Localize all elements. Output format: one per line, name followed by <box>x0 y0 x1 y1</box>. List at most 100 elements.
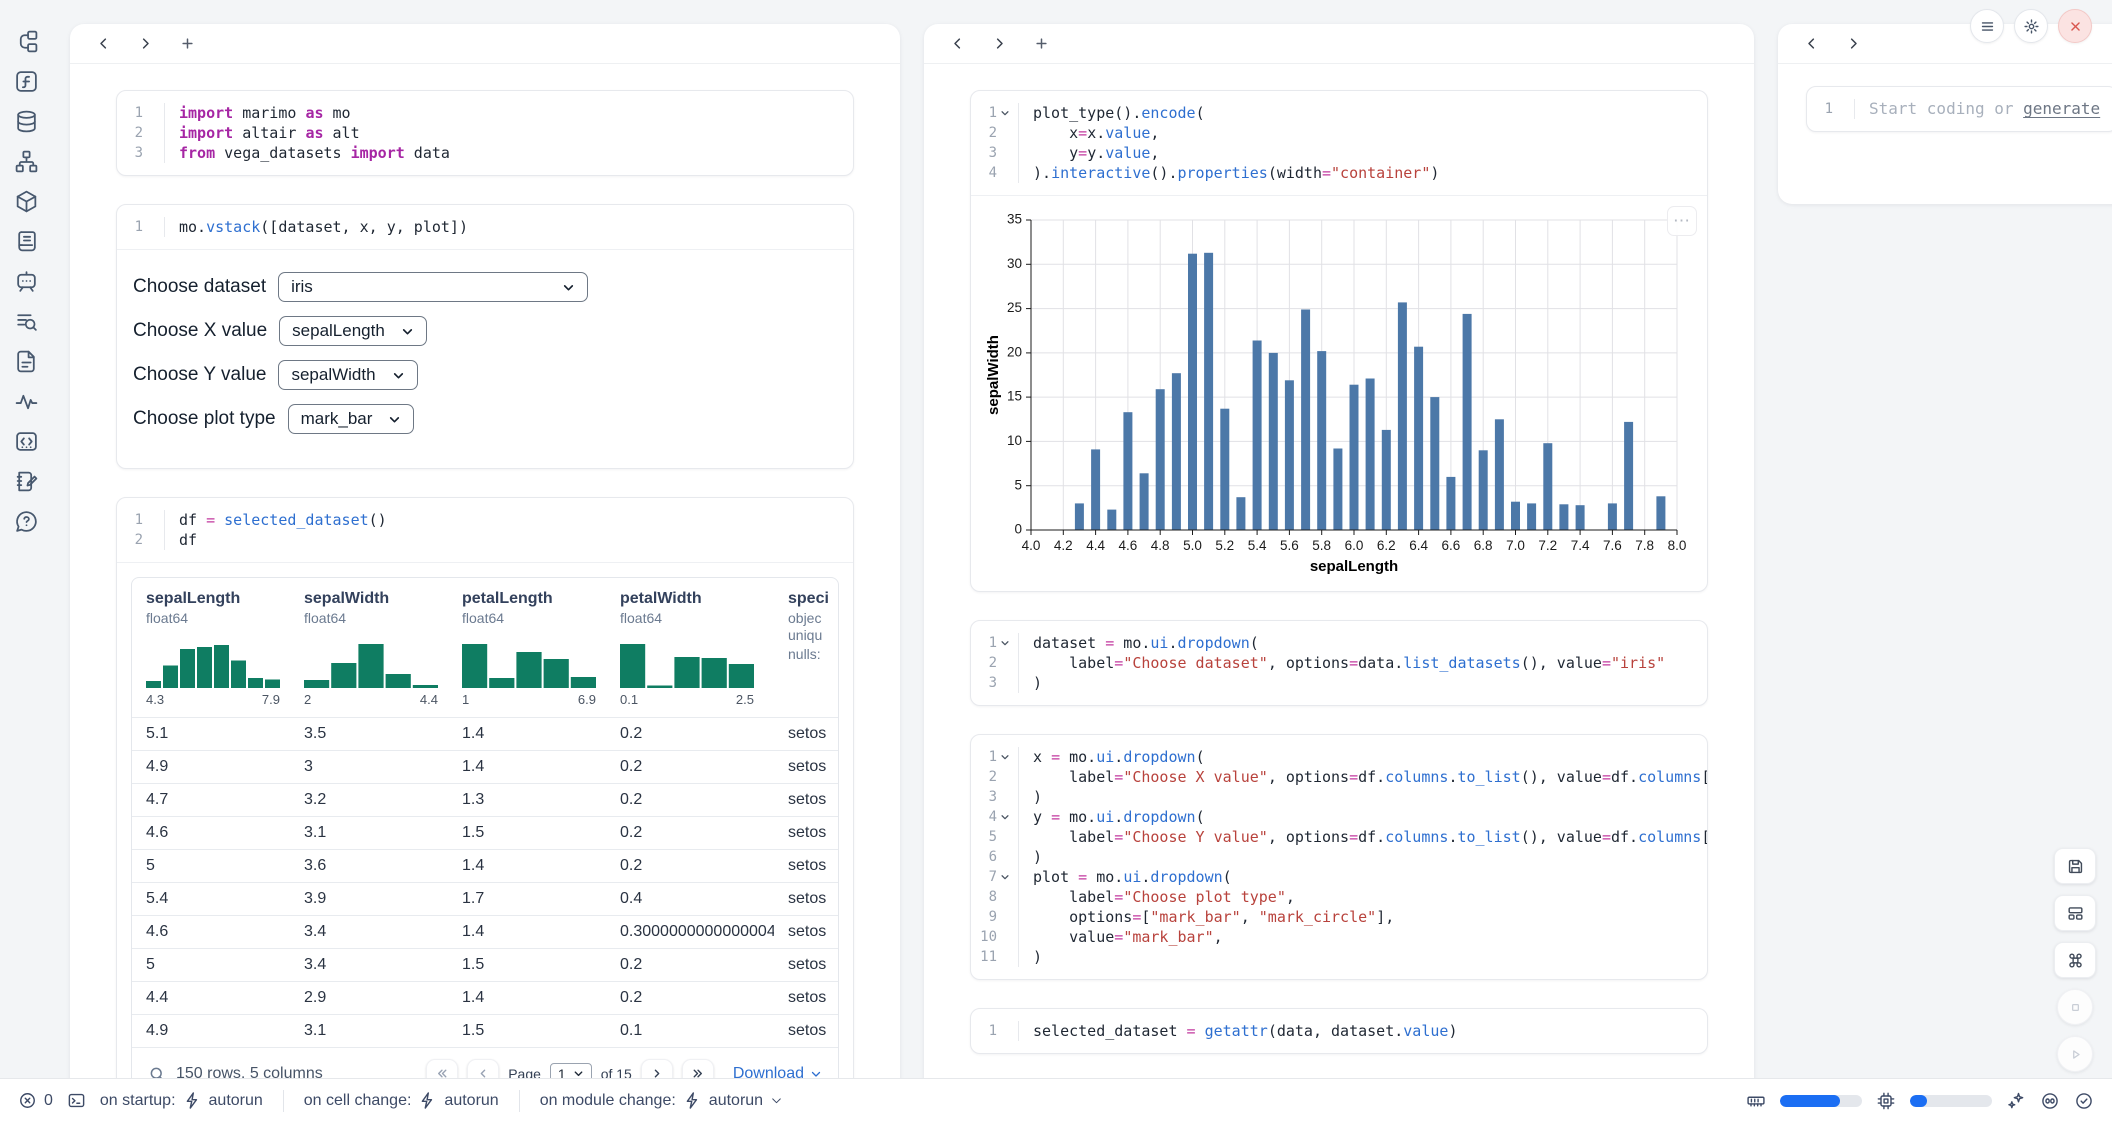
table-row[interactable]: 5.13.51.40.2setos <box>132 717 838 750</box>
table-row[interactable]: 4.42.91.40.2setos <box>132 981 838 1014</box>
menu-button[interactable] <box>1970 9 2004 43</box>
column-scroll-right-button[interactable] <box>986 31 1012 57</box>
code-line: 4).interactive().properties(width="conta… <box>971 163 1693 183</box>
code-editor[interactable]: 1plot_type().encode(2 x=x.value,3 y=y.va… <box>971 91 1707 195</box>
on-cell-change-setting[interactable]: on cell change: autorun <box>304 1091 499 1110</box>
connection-status-icon[interactable] <box>2074 1091 2094 1111</box>
dropdown-label: Choose plot type <box>133 408 276 430</box>
column-scroll-left-button[interactable] <box>944 31 970 57</box>
command-palette-button[interactable] <box>2054 942 2096 978</box>
code-editor[interactable]: 1 Start coding or generate with <box>1807 87 2112 131</box>
lightning-icon <box>418 1091 437 1110</box>
script-icon[interactable] <box>13 228 40 255</box>
dropdown-label: Choose dataset <box>133 276 266 298</box>
table-row[interactable]: 53.41.50.2setos <box>132 948 838 981</box>
layout-grid-icon <box>2066 904 2085 923</box>
code-editor[interactable]: 1selected_dataset = getattr(data, datase… <box>971 1009 1707 1053</box>
code-line: 1dataset = mo.ui.dropdown( <box>971 633 1693 653</box>
code-editor[interactable]: 1import marimo as mo2import altair as al… <box>117 91 853 175</box>
search-list-icon[interactable] <box>13 308 40 335</box>
code-line: 1import marimo as mo <box>117 103 839 123</box>
column-scroll-left-button[interactable] <box>1798 31 1824 57</box>
table-row[interactable]: 5.43.91.70.4setos <box>132 882 838 915</box>
table-row[interactable]: 4.63.41.40.3000000000000004setos <box>132 915 838 948</box>
save-button[interactable] <box>2054 848 2096 884</box>
ai-sparkles-icon[interactable] <box>2006 1091 2026 1111</box>
table-column-header[interactable]: sepalLengthfloat644.37.9 <box>132 578 290 717</box>
code-line: 1selected_dataset = getattr(data, datase… <box>971 1021 1693 1041</box>
code-editor[interactable]: 1mo.vstack([dataset, x, y, plot]) <box>117 205 853 249</box>
fold-caret-icon[interactable] <box>999 108 1011 118</box>
bar-chart[interactable]: 4.04.24.44.64.85.05.25.45.65.86.06.26.46… <box>985 210 1699 583</box>
fold-caret-icon[interactable] <box>999 812 1011 822</box>
memory-usage-meter[interactable] <box>1780 1095 1862 1107</box>
code-line: 1x = mo.ui.dropdown( <box>971 747 1693 767</box>
stop-button[interactable] <box>2057 989 2093 1025</box>
on-startup-setting[interactable]: on startup: autorun <box>100 1091 263 1110</box>
lightning-icon <box>683 1091 702 1110</box>
tracing-icon[interactable] <box>13 388 40 415</box>
table-row[interactable]: 4.931.40.2setos <box>132 750 838 783</box>
layout-button[interactable] <box>2054 895 2096 931</box>
fold-caret-icon[interactable] <box>999 752 1011 762</box>
errors-indicator[interactable]: 0 <box>18 1091 53 1110</box>
shutdown-button[interactable] <box>2058 9 2092 43</box>
code-line: 2df <box>117 530 839 550</box>
dataframe-table: sepalLengthfloat644.37.9sepalWidthfloat6… <box>131 577 839 1100</box>
code-editor[interactable]: 1x = mo.ui.dropdown(2 label="Choose X va… <box>971 735 1707 979</box>
command-icon <box>2066 951 2085 970</box>
copilot-icon[interactable] <box>2040 1091 2060 1111</box>
svg-text:5.4: 5.4 <box>1248 538 1267 553</box>
functions-icon[interactable] <box>13 68 40 95</box>
table-row[interactable]: 4.73.21.30.2setos <box>132 783 838 816</box>
dependency-graph-icon[interactable] <box>13 148 40 175</box>
on-module-change-setting[interactable]: on module change: autorun <box>540 1091 783 1110</box>
dropdown-select[interactable]: sepalWidth <box>278 360 417 390</box>
column-scroll-right-button[interactable] <box>132 31 158 57</box>
fold-caret-icon[interactable] <box>999 872 1011 882</box>
dropdown-select[interactable]: iris <box>278 272 588 302</box>
cpu-usage-meter[interactable] <box>1910 1095 1992 1107</box>
table-column-header[interactable]: petalWidthfloat640.12.5 <box>606 578 774 717</box>
add-cell-button[interactable] <box>1028 31 1054 57</box>
scratchpad-icon[interactable] <box>13 468 40 495</box>
x-circle-icon <box>18 1091 37 1110</box>
fold-caret-icon[interactable] <box>999 638 1011 648</box>
add-cell-button[interactable] <box>174 31 200 57</box>
table-row[interactable]: 4.63.11.50.2setos <box>132 816 838 849</box>
table-column-header[interactable]: sepalWidthfloat6424.4 <box>290 578 448 717</box>
chatbot-icon[interactable] <box>13 268 40 295</box>
code-line: 4y = mo.ui.dropdown( <box>971 807 1693 827</box>
column-3: 1 Start coding or generate with <box>1778 24 2112 204</box>
settings-button[interactable] <box>2014 9 2048 43</box>
snippets-icon[interactable] <box>13 428 40 455</box>
svg-text:7.0: 7.0 <box>1506 538 1525 553</box>
svg-text:6.4: 6.4 <box>1409 538 1428 553</box>
table-column-header[interactable]: petalLengthfloat6416.9 <box>448 578 606 717</box>
code-editor[interactable]: 1df = selected_dataset()2df <box>117 498 853 562</box>
documentation-icon[interactable] <box>13 348 40 375</box>
table-column-header[interactable]: speciobjecuniqunulls: <box>774 578 838 717</box>
table-body: 5.13.51.40.2setos4.931.40.2setos4.73.21.… <box>132 717 838 1047</box>
column-scroll-left-button[interactable] <box>90 31 116 57</box>
help-icon[interactable] <box>13 508 40 535</box>
packages-icon[interactable] <box>13 188 40 215</box>
terminal-button[interactable] <box>67 1091 86 1110</box>
generate-with-ai-link[interactable]: generate <box>2023 99 2100 118</box>
table-row[interactable]: 53.61.40.2setos <box>132 849 838 882</box>
code-line: 3from vega_datasets import data <box>117 143 839 163</box>
column-1-header <box>70 24 900 64</box>
svg-text:7.8: 7.8 <box>1635 538 1654 553</box>
dropdown-select[interactable]: sepalLength <box>279 316 427 346</box>
chart-actions-button[interactable]: ⋯ <box>1667 206 1697 236</box>
column-scroll-right-button[interactable] <box>1840 31 1866 57</box>
database-icon[interactable] <box>13 108 40 135</box>
cell-output: sepalLengthfloat644.37.9sepalWidthfloat6… <box>117 562 853 1100</box>
code-line: 3) <box>971 787 1693 807</box>
table-row[interactable]: 4.93.11.50.1setos <box>132 1014 838 1047</box>
dropdown-select[interactable]: mark_bar <box>288 404 415 434</box>
code-editor[interactable]: 1dataset = mo.ui.dropdown(2 label="Choos… <box>971 621 1707 705</box>
svg-text:4.2: 4.2 <box>1054 538 1073 553</box>
file-tree-icon[interactable] <box>13 28 40 55</box>
run-button[interactable] <box>2057 1036 2093 1072</box>
